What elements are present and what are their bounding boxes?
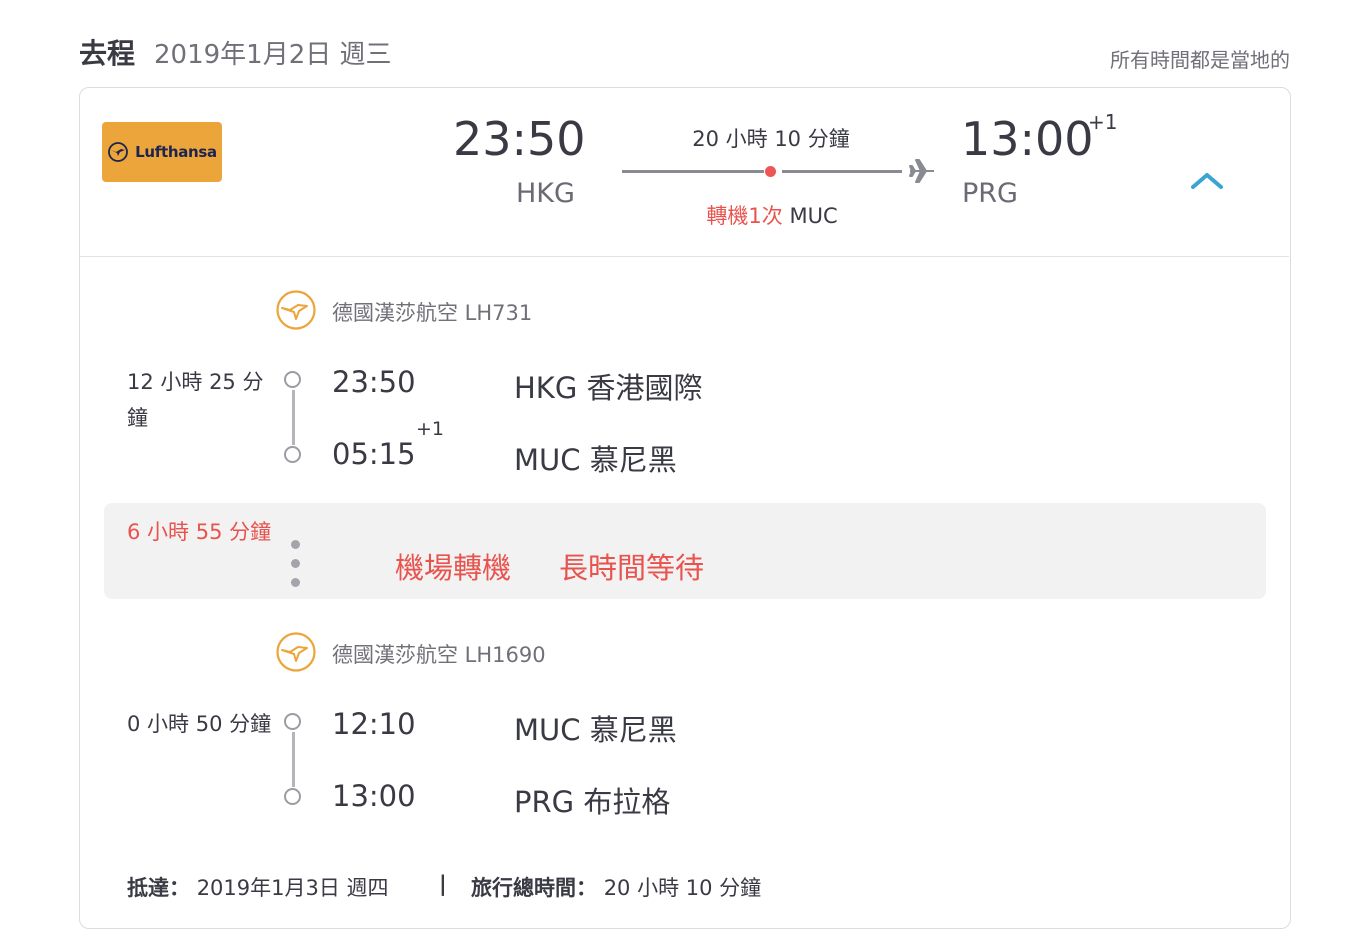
card-divider bbox=[80, 256, 1289, 257]
layover-dots-icon bbox=[291, 578, 300, 587]
segment-arrival-day-offset: +1 bbox=[416, 418, 445, 440]
stops-count: 轉機1次 bbox=[706, 204, 783, 228]
lufthansa-crane-icon bbox=[276, 632, 316, 672]
plane-icon bbox=[909, 159, 934, 183]
segment-departure-time: 12:10 bbox=[332, 707, 416, 741]
layover-dots-icon bbox=[291, 540, 300, 549]
footer-total-value: 20 小時 10 分鐘 bbox=[603, 876, 762, 900]
stop-dot bbox=[765, 166, 776, 177]
stop-airport: MUC bbox=[789, 204, 838, 228]
segment-arrival-place: PRG 布拉格 bbox=[514, 785, 671, 819]
summary-arrival-time: 13:00 bbox=[961, 112, 1094, 166]
segment-airline: 德國漢莎航空 LH731 bbox=[332, 301, 533, 325]
airline-logo: Lufthansa bbox=[102, 122, 222, 182]
timeline-circle-icon bbox=[284, 788, 301, 805]
page-title: 去程 bbox=[79, 37, 136, 70]
local-time-note: 所有時間都是當地的 bbox=[1110, 48, 1290, 72]
lufthansa-crane-icon bbox=[108, 142, 129, 162]
chevron-up-icon[interactable] bbox=[1190, 170, 1224, 192]
timeline-circle-icon bbox=[284, 371, 301, 388]
timeline-circle-icon bbox=[284, 713, 301, 730]
footer-arrival: 抵達： 2019年1月3日 週四 bbox=[127, 872, 389, 902]
departure-date: 2019年1月2日 週三 bbox=[154, 40, 392, 70]
layover-tag-long-wait: 長時間等待 bbox=[559, 551, 705, 585]
route-line bbox=[782, 170, 902, 173]
segment-departure-place: HKG 香港國際 bbox=[514, 371, 703, 405]
segment-duration: 12 小時 25 分鐘 bbox=[127, 370, 264, 430]
summary-arrival-code: PRG bbox=[962, 178, 1018, 209]
summary-arrival-day-offset: +1 bbox=[1088, 110, 1118, 134]
layover-tag-transfer: 機場轉機 bbox=[395, 551, 512, 585]
segment-arrival-time: 13:00 bbox=[332, 779, 416, 813]
footer-total-time: 旅行總時間： 20 小時 10 分鐘 bbox=[471, 872, 761, 902]
footer-arrival-label: 抵達： bbox=[127, 876, 190, 900]
segment-arrival-time: 05:15 bbox=[332, 437, 416, 471]
footer-arrival-value: 2019年1月3日 週四 bbox=[196, 876, 389, 900]
segment-airline: 德國漢莎航空 LH1690 bbox=[332, 643, 546, 667]
layover-dots-icon bbox=[291, 559, 300, 568]
layover-duration: 6 小時 55 分鐘 bbox=[127, 520, 272, 544]
route-line bbox=[622, 170, 764, 173]
lufthansa-crane-icon bbox=[276, 290, 316, 330]
summary-stops: 轉機1次 MUC bbox=[622, 200, 922, 230]
airline-logo-text: Lufthansa bbox=[135, 143, 217, 161]
segment-departure-time: 23:50 bbox=[332, 365, 416, 399]
summary-duration: 20 小時 10 分鐘 bbox=[692, 127, 850, 151]
segment-arrival-place: MUC 慕尼黑 bbox=[514, 443, 677, 477]
footer-separator: | bbox=[439, 872, 447, 896]
segment-duration: 0 小時 50 分鐘 bbox=[127, 712, 272, 736]
summary-departure-time: 23:50 bbox=[453, 112, 586, 166]
footer-total-label: 旅行總時間： bbox=[471, 876, 597, 900]
segment-departure-place: MUC 慕尼黑 bbox=[514, 713, 677, 747]
timeline-line bbox=[292, 390, 295, 445]
timeline-line bbox=[292, 732, 295, 787]
summary-departure-code: HKG bbox=[516, 178, 575, 209]
timeline-circle-icon bbox=[284, 446, 301, 463]
